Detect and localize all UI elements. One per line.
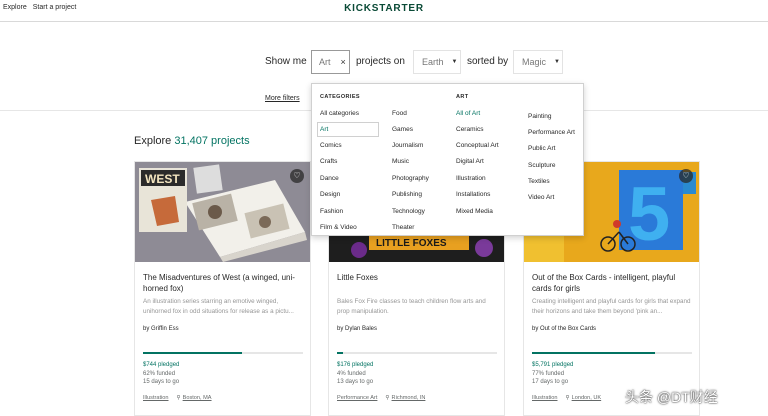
project-blurb: Bales Fox Fire classes to teach children… <box>337 298 486 315</box>
watermark: 头条 @DT财经 <box>625 389 718 405</box>
category-value: Art <box>319 57 331 67</box>
category-item-publishing[interactable]: Publishing <box>392 191 422 198</box>
subcategory-item-all-of-art[interactable]: All of Art <box>456 110 480 117</box>
subcategory-item-installations[interactable]: Installations <box>456 191 490 198</box>
more-filters-link[interactable]: More filters <box>265 95 300 102</box>
project-meta: Illustration ⚲ London, UK <box>532 395 601 401</box>
project-creator[interactable]: by Dylan Bales <box>337 326 377 332</box>
heart-icon[interactable]: ♡ <box>679 169 693 183</box>
category-item-crafts[interactable]: Crafts <box>320 158 337 165</box>
explore-heading: Explore 31,407 projects <box>134 135 250 147</box>
subcategory-item-illustration[interactable]: Illustration <box>456 175 486 182</box>
project-count[interactable]: 31,407 projects <box>174 135 249 147</box>
kickstarter-logo[interactable]: KICKSTARTER <box>0 3 768 14</box>
days-to-go: 13 days to go <box>337 379 374 385</box>
category-item-design[interactable]: Design <box>320 191 340 198</box>
subcategory-item-digital-art[interactable]: Digital Art <box>456 158 484 165</box>
funding-progress-fill <box>532 352 656 354</box>
explore-prefix: Explore <box>134 135 172 147</box>
category-item-fashion[interactable]: Fashion <box>320 208 343 215</box>
heart-icon[interactable]: ♡ <box>290 169 304 183</box>
location-pin-icon: ⚲ <box>385 395 390 401</box>
funded-percent: 77% funded <box>532 371 565 377</box>
category-item-dance[interactable]: Dance <box>320 175 339 182</box>
sort-select[interactable]: Magic ▼ <box>513 50 563 74</box>
days-to-go: 17 days to go <box>532 379 569 385</box>
subcategory-item-ceramics[interactable]: Ceramics <box>456 126 483 133</box>
subcategory-item-performance-art[interactable]: Performance Art <box>528 129 575 136</box>
chevron-down-icon: ▼ <box>451 59 458 65</box>
book-cover-title: WEST <box>145 172 180 186</box>
chevron-down-icon: ▼ <box>554 59 560 65</box>
project-title[interactable]: Out of the Box Cards - intelligent, play… <box>532 272 692 294</box>
pledged-amount: $176 pledged <box>337 362 374 368</box>
project-title[interactable]: Little Foxes <box>337 272 497 283</box>
project-card[interactable]: WEST ♡ The Misadventures of West (a wing… <box>134 161 311 416</box>
art-heading: ART <box>456 94 469 100</box>
clear-icon[interactable]: × <box>341 57 346 67</box>
sorted-by-label: sorted by <box>467 56 509 67</box>
project-location[interactable]: Boston, MA <box>183 395 212 401</box>
pledged-amount: $744 pledged <box>143 362 180 368</box>
category-item-theater[interactable]: Theater <box>392 224 414 231</box>
category-item-food[interactable]: Food <box>392 110 407 117</box>
project-location[interactable]: London, UK <box>572 395 602 401</box>
category-dropdown: CATEGORIES ART All categories Art Comics… <box>311 83 584 236</box>
location-pin-icon: ⚲ <box>176 395 181 401</box>
subcategory-item-sculpture[interactable]: Sculpture <box>528 162 555 169</box>
project-creator[interactable]: by Out of the Box Cards <box>532 326 596 332</box>
pledged-amount: $5,791 pledged <box>532 362 574 368</box>
funding-progress-fill <box>337 352 344 354</box>
subcategory-item-mixed-media[interactable]: Mixed Media <box>456 208 493 215</box>
category-item-music[interactable]: Music <box>392 158 409 165</box>
category-item-film-video[interactable]: Film & Video <box>320 224 357 231</box>
project-category[interactable]: Performance Art <box>337 395 377 401</box>
category-item-photography[interactable]: Photography <box>392 175 429 182</box>
days-to-go: 15 days to go <box>143 379 180 385</box>
project-creator[interactable]: by Griffin Ess <box>143 326 179 332</box>
sort-value: Magic <box>522 57 547 67</box>
category-item-all[interactable]: All categories <box>320 110 359 117</box>
subcategory-item-painting[interactable]: Painting <box>528 113 552 120</box>
project-image[interactable]: WEST <box>135 162 310 262</box>
subcategory-item-video-art[interactable]: Video Art <box>528 194 554 201</box>
category-item-journalism[interactable]: Journalism <box>392 142 423 149</box>
categories-heading: CATEGORIES <box>320 94 360 100</box>
category-item-comics[interactable]: Comics <box>320 142 342 149</box>
project-category[interactable]: Illustration <box>532 395 558 401</box>
category-item-games[interactable]: Games <box>392 126 413 133</box>
subcategory-item-public-art[interactable]: Public Art <box>528 145 555 152</box>
category-select[interactable]: Art × <box>311 50 350 74</box>
project-meta: Performance Art ⚲ Richmond, IN <box>337 395 425 401</box>
funded-percent: 4% funded <box>337 371 366 377</box>
project-location[interactable]: Richmond, IN <box>392 395 426 401</box>
project-title[interactable]: The Misadventures of West (a winged, uni… <box>143 272 303 294</box>
subcategory-item-conceptual-art[interactable]: Conceptual Art <box>456 142 499 149</box>
funding-progress-fill <box>143 352 243 354</box>
project-blurb: Creating intelligent and playful cards f… <box>532 298 691 315</box>
top-bar: Explore Start a project KICKSTARTER <box>0 0 768 22</box>
projects-on-label: projects on <box>356 56 405 67</box>
show-me-label: Show me <box>265 56 307 67</box>
funding-progress-bar <box>532 352 692 354</box>
category-item-technology[interactable]: Technology <box>392 208 425 215</box>
location-select[interactable]: Earth ▼ <box>413 50 461 74</box>
project-blurb: An illustration series starring an emoti… <box>143 298 294 315</box>
funding-progress-bar <box>143 352 303 354</box>
filter-sentence: Show me Art × projects on Earth ▼ sorted… <box>0 50 768 76</box>
funding-progress-bar <box>337 352 497 354</box>
category-item-art[interactable]: Art <box>320 126 328 133</box>
funded-percent: 62% funded <box>143 371 176 377</box>
project-category[interactable]: Illustration <box>143 395 169 401</box>
location-pin-icon: ⚲ <box>565 395 570 401</box>
subcategory-item-textiles[interactable]: Textiles <box>528 178 550 185</box>
location-value: Earth <box>422 57 444 67</box>
banner-text: LITTLE FOXES <box>376 238 447 249</box>
project-meta: Illustration ⚲ Boston, MA <box>143 395 212 401</box>
